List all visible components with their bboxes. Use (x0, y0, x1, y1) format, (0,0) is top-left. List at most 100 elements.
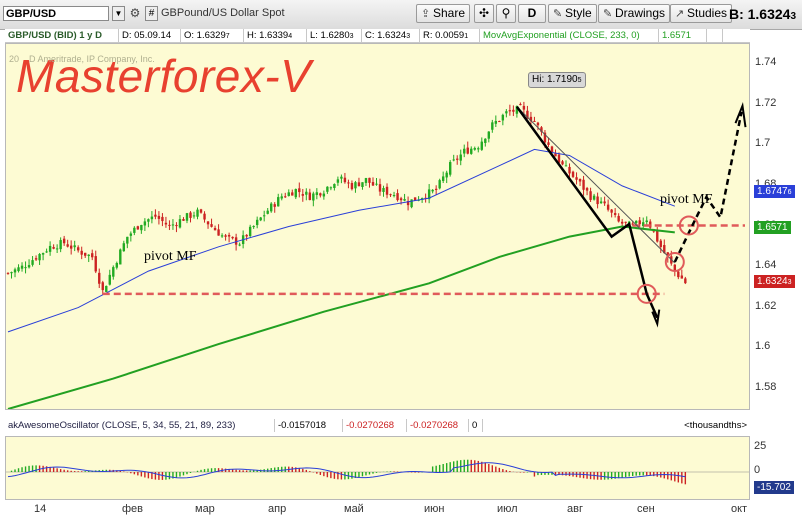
candle-body (280, 196, 283, 199)
candle-body (213, 227, 217, 231)
candle-body (487, 131, 491, 139)
candle-body (599, 201, 603, 204)
candle-body (248, 226, 252, 236)
time-tick: июн (424, 503, 445, 515)
candle-body (10, 272, 13, 274)
symbol-dropdown-icon[interactable]: ▼ (112, 6, 125, 21)
candle-body (434, 188, 438, 190)
candle-body (6, 272, 10, 274)
candle-body (168, 224, 171, 226)
share-icon: ⇪ (421, 8, 431, 20)
candle-body (343, 177, 347, 183)
candle-body (322, 193, 326, 197)
oscillator-chart[interactable] (5, 436, 750, 500)
candle-body (66, 244, 69, 247)
candle-body (326, 186, 329, 192)
price-chart[interactable]: Masterforex-V 20 D Ameritrade, IP Compan… (5, 43, 750, 410)
candle-body (357, 182, 361, 187)
candle-body (522, 105, 526, 110)
candle-body (610, 209, 613, 213)
candle-body (329, 187, 333, 189)
candle-body (59, 240, 62, 250)
pivot-label-left: pivot MF (144, 249, 197, 264)
candle-body (210, 224, 213, 227)
candle-body (494, 120, 498, 124)
link-button[interactable]: ⚲ (496, 4, 516, 23)
drawings-button[interactable]: ✎ Drawings (598, 4, 671, 23)
drawings-icon: ✎ (603, 8, 613, 20)
time-axis[interactable]: 14 фев мар апр май июн июл авг сен окт (0, 502, 802, 517)
candle-body (101, 282, 104, 291)
candle-body (108, 274, 111, 285)
pivot-label-right: pivot MF (660, 192, 713, 207)
candle-body (449, 162, 452, 175)
candle-body (178, 219, 182, 228)
candle-body (45, 251, 48, 253)
osc-tick-top: 25 (754, 440, 767, 452)
candle-body (217, 229, 220, 236)
osc-units: <thousandths> (684, 420, 747, 431)
candle-body (333, 184, 336, 189)
studies-button[interactable]: ↗ Studies (670, 4, 733, 23)
candle-body (596, 196, 599, 205)
symbol-lookup-button[interactable]: # (145, 6, 158, 21)
candle-body (17, 267, 20, 272)
candle-body (403, 199, 406, 201)
candle-body (20, 265, 24, 269)
candle-body (396, 193, 399, 201)
symbol-description: GBPound/US Dollar Spot (161, 7, 285, 19)
chart-title: GBP/USD (BID) 1 y D (5, 29, 119, 42)
candle-body (164, 222, 168, 225)
candle-body (501, 114, 505, 121)
price-tick: 1.64 (755, 259, 777, 272)
candle-body (575, 177, 578, 180)
price-tag-upper: 1.67476 (754, 185, 795, 198)
crosshair-button[interactable]: ✣ (474, 4, 494, 23)
candle-body (284, 196, 287, 198)
settings-icon[interactable]: ⚙ (128, 6, 142, 21)
price-tick: 1.74 (755, 56, 777, 69)
candle-body (122, 243, 126, 252)
ema-slow-line (7, 225, 675, 409)
style-button[interactable]: ✎ Style (548, 4, 597, 23)
candle-body (389, 194, 392, 196)
candle-body (154, 214, 157, 217)
candle-body (192, 215, 196, 217)
candle-body (84, 252, 87, 256)
candle-body (112, 267, 115, 277)
oscillator-info-bar: akAwesomeOscillator (CLOSE, 5, 34, 55, 2… (5, 419, 750, 432)
info-open: O: 1.63297 (181, 29, 244, 42)
candle-body (585, 188, 589, 191)
candle-body (512, 109, 515, 112)
info-study: MovAvgExponential (CLOSE, 233, 0) (480, 29, 659, 42)
arrow-up-icon (734, 102, 747, 128)
candle-body (603, 201, 606, 204)
candle-body (140, 224, 143, 231)
candle-body (206, 221, 210, 225)
share-button[interactable]: ⇪ Share (416, 4, 471, 23)
candle-body (199, 209, 203, 213)
candle-body (259, 217, 262, 221)
price-tick: 1.6 (755, 340, 771, 353)
candle-body (13, 269, 17, 273)
candle-body (76, 247, 80, 251)
price-tick: 1.7 (755, 137, 771, 150)
candle-body (508, 110, 512, 112)
candle-body (157, 215, 161, 219)
time-tick: мар (195, 503, 215, 515)
candle-body (680, 275, 684, 279)
last-price: B: 1.63243 (728, 6, 796, 22)
candle-body (638, 220, 641, 225)
candle-body (336, 179, 340, 183)
candle-body (392, 195, 396, 197)
timeframe-button[interactable]: D (518, 4, 546, 23)
symbol-input[interactable]: GBP/USD (3, 6, 109, 21)
candle-body (564, 165, 568, 167)
candle-body (312, 193, 315, 201)
candle-body (126, 236, 129, 244)
oscillator-chart-svg (6, 459, 749, 485)
candle-body (69, 245, 73, 249)
candle-body (91, 253, 94, 258)
time-tick: окт (731, 503, 748, 515)
candle-body (382, 188, 385, 192)
